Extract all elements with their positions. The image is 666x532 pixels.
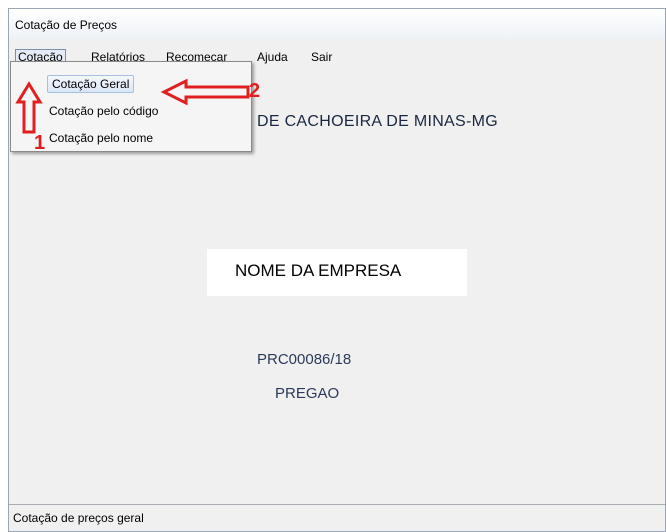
- status-text: Cotação de preços geral: [13, 511, 144, 525]
- menu-item-cotacao-geral[interactable]: Cotação Geral: [47, 75, 135, 93]
- menu-sair[interactable]: Sair: [309, 50, 334, 64]
- menu-item-cotacao-codigo[interactable]: Cotação pelo código: [49, 104, 158, 118]
- cotacao-dropdown-menu: Cotação Geral Cotação pelo código Cotaçã…: [10, 61, 252, 152]
- menu-ajuda[interactable]: Ajuda: [255, 50, 290, 64]
- step-1-label: 1: [34, 132, 46, 154]
- company-name-box: NOME DA EMPRESA: [207, 249, 467, 296]
- step-2-label: 2: [249, 80, 261, 102]
- status-bar: Cotação de preços geral: [9, 504, 665, 531]
- left-arrow-icon: [160, 78, 250, 106]
- city-heading: DE CACHOEIRA DE MINAS-MG: [257, 113, 499, 130]
- modality-label: PREGAO: [275, 385, 340, 402]
- title-bar[interactable]: Cotação de Preços: [9, 9, 665, 40]
- window-title: Cotação de Preços: [15, 18, 118, 32]
- menu-item-cotacao-nome[interactable]: Cotação pelo nome: [49, 131, 153, 145]
- process-code: PRC00086/18: [257, 351, 352, 368]
- company-name: NOME DA EMPRESA: [235, 261, 402, 280]
- up-arrow-icon: [15, 81, 43, 134]
